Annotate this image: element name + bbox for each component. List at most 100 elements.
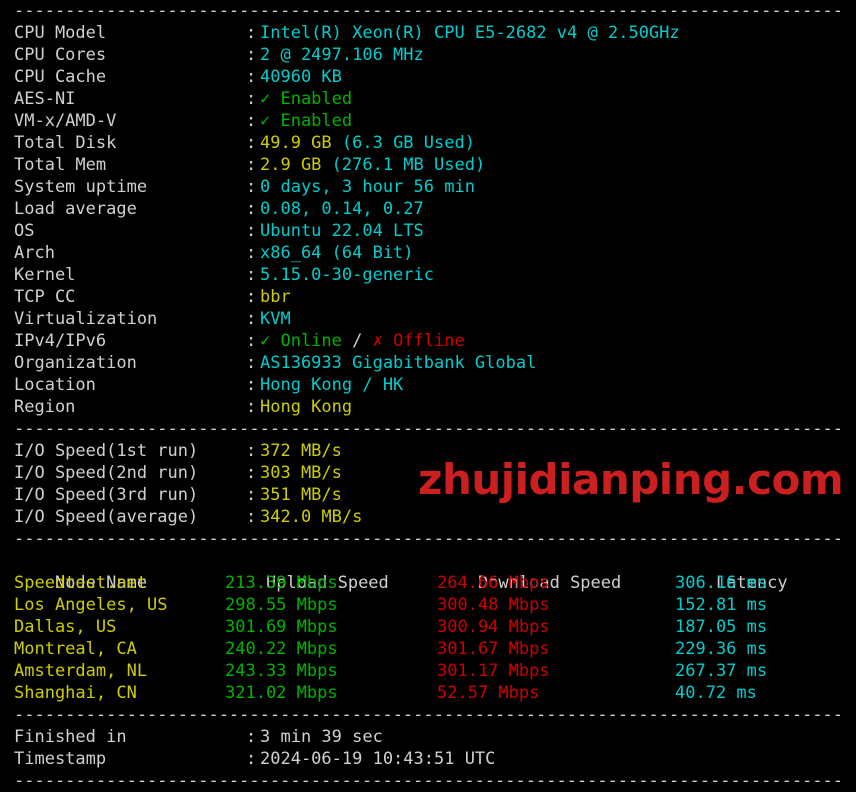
system-info-value: Hong Kong / HK	[260, 375, 404, 395]
io-speed-value: 303 MB/s	[260, 463, 342, 483]
divider-rule: ----------------------------------------…	[14, 771, 844, 791]
system-info-value: 2 @ 2497.106 MHz	[260, 45, 424, 65]
system-info-value-tertiary: ✗ Offline	[372, 331, 465, 351]
system-info-colon: :	[246, 67, 257, 87]
divider-top: ----------------------------------------…	[0, 0, 856, 22]
footer-row: Timestamp:2024-06-19 10:43:51 UTC	[0, 748, 856, 770]
footer-row: Finished in:3 min 39 sec	[0, 726, 856, 748]
speedtest-latency: 187.05 ms	[675, 617, 768, 637]
system-info-value: 49.9 GB	[260, 133, 332, 153]
system-info-row: Total Mem:2.9 GB (276.1 MB Used)	[0, 154, 856, 176]
speedtest-latency: 229.36 ms	[675, 639, 768, 659]
system-info-row: Location: Hong Kong / HK	[0, 374, 856, 396]
speedtest-header-row: Node Name Upload Speed Download Speed Laten…	[0, 550, 856, 593]
system-info-row: OS: Ubuntu 22.04 LTS	[0, 220, 856, 242]
system-info-value: bbr	[260, 287, 291, 307]
footer-colon: :	[246, 727, 257, 747]
footer-value: 3 min 39 sec	[260, 727, 383, 747]
speedtest-upload-speed: 321.02 Mbps	[225, 683, 338, 703]
system-info-label: TCP CC	[14, 287, 76, 307]
speedtest-latency: 306.16 ms	[675, 573, 768, 593]
speedtest-node-name: Amsterdam, NL	[14, 661, 148, 681]
system-info-row: Kernel:5.15.0-30-generic	[0, 264, 856, 286]
system-info-label: Load average	[14, 199, 137, 219]
io-speed-value: 372 MB/s	[260, 441, 342, 461]
divider-after-speedtest: ----------------------------------------…	[0, 704, 856, 726]
speedtest-node-name: Shanghai, CN	[14, 683, 137, 703]
system-info-label: Kernel	[14, 265, 76, 285]
system-info-value-secondary: (276.1 MB Used)	[321, 155, 486, 175]
system-info-value: AS136933 Gigabitbank Global	[260, 353, 537, 373]
system-info-value: ✓ Enabled	[260, 89, 353, 109]
system-info-value: x86_64 (64 Bit)	[260, 243, 414, 263]
system-info-value: Intel(R) Xeon(R) CPU E5-2682 v4 @ 2.50GH…	[260, 23, 680, 43]
system-info-label: CPU Cores	[14, 45, 107, 65]
io-speed-row: I/O Speed(average):342.0 MB/s	[0, 506, 856, 528]
io-speed-label: I/O Speed(1st run)	[14, 441, 199, 461]
system-info-value: ✓ Enabled	[260, 111, 353, 131]
terminal-output: ----------------------------------------…	[0, 0, 856, 791]
io-speed-colon: :	[246, 507, 257, 527]
speedtest-node-name: Speedtest.net	[14, 573, 148, 593]
system-info-colon: :	[246, 243, 257, 263]
speedtest-latency: 40.72 ms	[675, 683, 757, 703]
footer-section: Finished in:3 min 39 sec Timestamp:2024-0…	[0, 726, 856, 770]
system-info-value: 0.08, 0.14, 0.27	[260, 199, 424, 219]
system-info-label: System uptime	[14, 177, 148, 197]
speedtest-download-speed: 300.94 Mbps	[437, 617, 550, 637]
system-info-value: 2.9 GB	[260, 155, 322, 175]
io-speed-label: I/O Speed(3rd run)	[14, 485, 199, 505]
io-speed-label: I/O Speed(2nd run)	[14, 463, 199, 483]
system-info-label: Arch	[14, 243, 55, 263]
speedtest-node-name: Dallas, US	[14, 617, 117, 637]
system-info-row: Arch: x86_64 (64 Bit)	[0, 242, 856, 264]
system-info-row: System uptime:0 days, 3 hour 56 min	[0, 176, 856, 198]
speedtest-upload-speed: 301.69 Mbps	[225, 617, 338, 637]
speedtest-node-name: Los Angeles, US	[14, 595, 168, 615]
divider-rule: ----------------------------------------…	[14, 419, 844, 439]
speedtest-upload-speed: 298.55 Mbps	[225, 595, 338, 615]
system-info-row: Load average:0.08, 0.14, 0.27	[0, 198, 856, 220]
speedtest-row: Los Angeles, US 298.55 Mbps 300.48 Mbps 152…	[0, 594, 856, 616]
speedtest-download-speed: 300.48 Mbps	[437, 595, 550, 615]
speedtest-rows: Speedtest.net 213.39 Mbps 264.66 Mbps 306.1…	[0, 572, 856, 704]
system-info-value: ✓ Online	[260, 331, 342, 351]
system-info-colon: :	[246, 199, 257, 219]
system-info-colon: :	[246, 155, 257, 175]
io-speed-colon: :	[246, 441, 257, 461]
speedtest-download-speed: 301.67 Mbps	[437, 639, 550, 659]
system-info-colon: :	[246, 23, 257, 43]
speedtest-node-name: Montreal, CA	[14, 639, 137, 659]
io-speed-colon: :	[246, 463, 257, 483]
system-info-row: AES-NI: ✓ Enabled	[0, 88, 856, 110]
speedtest-upload-speed: 243.33 Mbps	[225, 661, 338, 681]
system-info-colon: :	[246, 111, 257, 131]
system-info-colon: :	[246, 133, 257, 153]
io-speed-colon: :	[246, 485, 257, 505]
system-info-row: Organization: AS136933 Gigabitbank Global	[0, 352, 856, 374]
system-info-row: Region: Hong Kong	[0, 396, 856, 418]
speedtest-latency: 152.81 ms	[675, 595, 768, 615]
system-info-label: CPU Model	[14, 23, 107, 43]
system-info-colon: :	[246, 397, 257, 417]
footer-colon: :	[246, 749, 257, 769]
system-info-row: IPv4/IPv6: ✓ Online / ✗ Offline	[0, 330, 856, 352]
system-info-row: Total Disk:49.9 GB (6.3 GB Used)	[0, 132, 856, 154]
system-info-row: CPU Cores:2 @ 2497.106 MHz	[0, 44, 856, 66]
system-info-label: Organization	[14, 353, 137, 373]
system-info-value: 5.15.0-30-generic	[260, 265, 434, 285]
speedtest-download-speed: 301.17 Mbps	[437, 661, 550, 681]
system-info-colon: :	[246, 375, 257, 395]
system-info-label: AES-NI	[14, 89, 76, 109]
system-info-label: OS	[14, 221, 35, 241]
speedtest-row: Dallas, US 301.69 Mbps 300.94 Mbps 187.05 m…	[0, 616, 856, 638]
system-info-colon: :	[246, 287, 257, 307]
system-info-label: Region	[14, 397, 76, 417]
system-info-value: Ubuntu 22.04 LTS	[260, 221, 424, 241]
system-info-value: 40960 KB	[260, 67, 342, 87]
speedtest-upload-speed: 213.39 Mbps	[225, 573, 338, 593]
system-info-value-secondary: (6.3 GB Used)	[331, 133, 475, 153]
footer-label: Finished in	[14, 727, 127, 747]
system-info-colon: :	[246, 221, 257, 241]
system-info-label: VM-x/AMD-V	[14, 111, 117, 131]
